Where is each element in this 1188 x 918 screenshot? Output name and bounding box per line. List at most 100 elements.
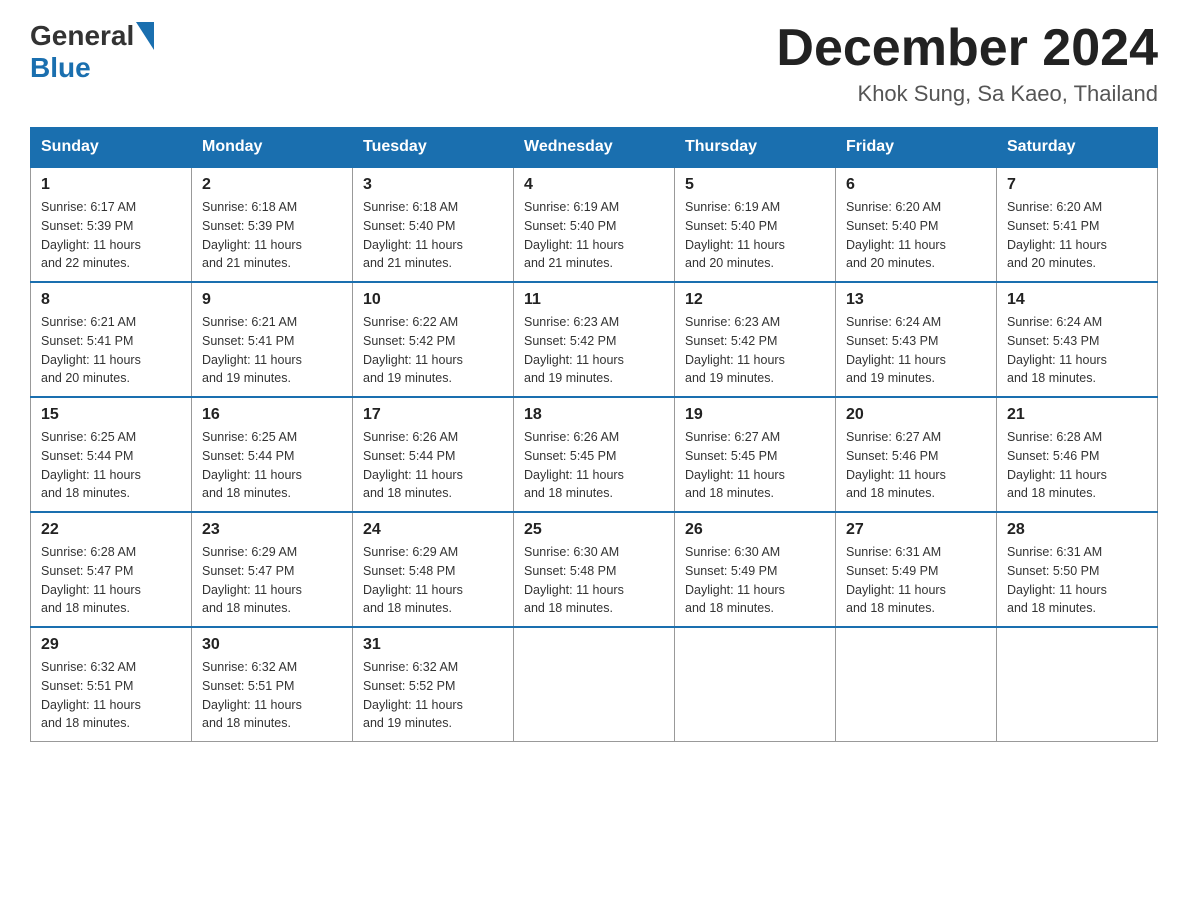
day-info: Sunrise: 6:24 AMSunset: 5:43 PMDaylight:… (1007, 313, 1147, 388)
calendar-cell: 24Sunrise: 6:29 AMSunset: 5:48 PMDayligh… (353, 512, 514, 627)
day-info: Sunrise: 6:17 AMSunset: 5:39 PMDaylight:… (41, 198, 181, 273)
location-subtitle: Khok Sung, Sa Kaeo, Thailand (776, 81, 1158, 107)
day-number: 16 (202, 406, 342, 424)
day-info: Sunrise: 6:23 AMSunset: 5:42 PMDaylight:… (685, 313, 825, 388)
logo-triangle-icon (136, 22, 154, 50)
logo: General Blue (30, 20, 156, 84)
calendar-header-tuesday: Tuesday (353, 128, 514, 168)
day-info: Sunrise: 6:31 AMSunset: 5:49 PMDaylight:… (846, 543, 986, 618)
day-number: 28 (1007, 521, 1147, 539)
calendar-cell: 18 Sunrise: 6:26 AMSunset: 5:45 PMDayligh… (514, 397, 675, 512)
day-info: Sunrise: 6:23 AMSunset: 5:42 PMDaylight:… (524, 313, 664, 388)
day-number: 19 (685, 406, 825, 424)
calendar-cell: 27 Sunrise: 6:31 AMSunset: 5:49 PMDayligh… (836, 512, 997, 627)
day-number: 7 (1007, 176, 1147, 194)
day-number: 26 (685, 521, 825, 539)
day-number: 1 (41, 176, 181, 194)
day-info: Sunrise: 6:27 AMSunset: 5:46 PMDaylight:… (846, 428, 986, 503)
day-number: 29 (41, 636, 181, 654)
day-info: Sunrise: 6:18 AMSunset: 5:39 PMDaylight:… (202, 198, 342, 273)
day-number: 23 (202, 521, 342, 539)
day-number: 18 (524, 406, 664, 424)
calendar-cell (836, 627, 997, 742)
month-year-title: December 2024 (776, 20, 1158, 77)
day-info: Sunrise: 6:32 AMSunset: 5:52 PMDaylight:… (363, 658, 503, 733)
calendar-cell: 11 Sunrise: 6:23 AMSunset: 5:42 PMDayligh… (514, 282, 675, 397)
calendar-cell: 17 Sunrise: 6:26 AMSunset: 5:44 PMDayligh… (353, 397, 514, 512)
day-info: Sunrise: 6:19 AMSunset: 5:40 PMDaylight:… (524, 198, 664, 273)
day-number: 12 (685, 291, 825, 309)
day-info: Sunrise: 6:22 AMSunset: 5:42 PMDaylight:… (363, 313, 503, 388)
calendar-cell: 7Sunrise: 6:20 AMSunset: 5:41 PMDaylight… (997, 167, 1158, 282)
calendar-cell (675, 627, 836, 742)
day-number: 13 (846, 291, 986, 309)
calendar-cell: 14 Sunrise: 6:24 AMSunset: 5:43 PMDayligh… (997, 282, 1158, 397)
day-info: Sunrise: 6:25 AMSunset: 5:44 PMDaylight:… (202, 428, 342, 503)
day-number: 20 (846, 406, 986, 424)
day-info: Sunrise: 6:28 AMSunset: 5:46 PMDaylight:… (1007, 428, 1147, 503)
day-number: 17 (363, 406, 503, 424)
day-number: 30 (202, 636, 342, 654)
calendar-cell: 6Sunrise: 6:20 AMSunset: 5:40 PMDaylight… (836, 167, 997, 282)
calendar-week-row: 1 Sunrise: 6:17 AMSunset: 5:39 PMDaylight… (31, 167, 1158, 282)
day-info: Sunrise: 6:28 AMSunset: 5:47 PMDaylight:… (41, 543, 181, 618)
calendar-cell: 30 Sunrise: 6:32 AMSunset: 5:51 PMDayligh… (192, 627, 353, 742)
calendar-cell: 16 Sunrise: 6:25 AMSunset: 5:44 PMDayligh… (192, 397, 353, 512)
calendar-header-thursday: Thursday (675, 128, 836, 168)
calendar-cell: 13 Sunrise: 6:24 AMSunset: 5:43 PMDayligh… (836, 282, 997, 397)
day-info: Sunrise: 6:24 AMSunset: 5:43 PMDaylight:… (846, 313, 986, 388)
day-number: 14 (1007, 291, 1147, 309)
calendar-header-monday: Monday (192, 128, 353, 168)
page-header: General Blue December 2024 Khok Sung, Sa… (30, 20, 1158, 107)
day-info: Sunrise: 6:29 AMSunset: 5:47 PMDaylight:… (202, 543, 342, 618)
calendar-week-row: 22 Sunrise: 6:28 AMSunset: 5:47 PMDayligh… (31, 512, 1158, 627)
day-info: Sunrise: 6:32 AMSunset: 5:51 PMDaylight:… (202, 658, 342, 733)
day-info: Sunrise: 6:21 AMSunset: 5:41 PMDaylight:… (202, 313, 342, 388)
calendar-cell: 12 Sunrise: 6:23 AMSunset: 5:42 PMDayligh… (675, 282, 836, 397)
calendar-table: SundayMondayTuesdayWednesdayThursdayFrid… (30, 127, 1158, 742)
day-info: Sunrise: 6:30 AMSunset: 5:49 PMDaylight:… (685, 543, 825, 618)
logo-blue-text: Blue (30, 52, 91, 84)
day-info: Sunrise: 6:32 AMSunset: 5:51 PMDaylight:… (41, 658, 181, 733)
day-number: 11 (524, 291, 664, 309)
calendar-cell: 5 Sunrise: 6:19 AMSunset: 5:40 PMDaylight… (675, 167, 836, 282)
calendar-cell (997, 627, 1158, 742)
calendar-cell: 22 Sunrise: 6:28 AMSunset: 5:47 PMDayligh… (31, 512, 192, 627)
calendar-cell: 2 Sunrise: 6:18 AMSunset: 5:39 PMDaylight… (192, 167, 353, 282)
day-number: 31 (363, 636, 503, 654)
day-number: 15 (41, 406, 181, 424)
calendar-header-sunday: Sunday (31, 128, 192, 168)
day-info: Sunrise: 6:19 AMSunset: 5:40 PMDaylight:… (685, 198, 825, 273)
calendar-cell: 21 Sunrise: 6:28 AMSunset: 5:46 PMDayligh… (997, 397, 1158, 512)
day-number: 10 (363, 291, 503, 309)
day-number: 22 (41, 521, 181, 539)
calendar-cell: 9Sunrise: 6:21 AMSunset: 5:41 PMDaylight… (192, 282, 353, 397)
calendar-cell (514, 627, 675, 742)
calendar-header-wednesday: Wednesday (514, 128, 675, 168)
day-number: 5 (685, 176, 825, 194)
day-info: Sunrise: 6:26 AMSunset: 5:44 PMDaylight:… (363, 428, 503, 503)
day-number: 6 (846, 176, 986, 194)
day-info: Sunrise: 6:30 AMSunset: 5:48 PMDaylight:… (524, 543, 664, 618)
calendar-header-row: SundayMondayTuesdayWednesdayThursdayFrid… (31, 128, 1158, 168)
day-number: 21 (1007, 406, 1147, 424)
day-info: Sunrise: 6:26 AMSunset: 5:45 PMDaylight:… (524, 428, 664, 503)
day-number: 24 (363, 521, 503, 539)
calendar-cell: 8Sunrise: 6:21 AMSunset: 5:41 PMDaylight… (31, 282, 192, 397)
day-info: Sunrise: 6:31 AMSunset: 5:50 PMDaylight:… (1007, 543, 1147, 618)
day-number: 27 (846, 521, 986, 539)
day-number: 2 (202, 176, 342, 194)
calendar-cell: 28 Sunrise: 6:31 AMSunset: 5:50 PMDayligh… (997, 512, 1158, 627)
calendar-cell: 10 Sunrise: 6:22 AMSunset: 5:42 PMDayligh… (353, 282, 514, 397)
calendar-cell: 3Sunrise: 6:18 AMSunset: 5:40 PMDaylight… (353, 167, 514, 282)
day-info: Sunrise: 6:25 AMSunset: 5:44 PMDaylight:… (41, 428, 181, 503)
calendar-cell: 31 Sunrise: 6:32 AMSunset: 5:52 PMDayligh… (353, 627, 514, 742)
logo-general-text: General (30, 20, 134, 52)
calendar-week-row: 15 Sunrise: 6:25 AMSunset: 5:44 PMDayligh… (31, 397, 1158, 512)
day-number: 25 (524, 521, 664, 539)
calendar-header-saturday: Saturday (997, 128, 1158, 168)
calendar-cell: 25 Sunrise: 6:30 AMSunset: 5:48 PMDayligh… (514, 512, 675, 627)
calendar-cell: 1 Sunrise: 6:17 AMSunset: 5:39 PMDaylight… (31, 167, 192, 282)
calendar-cell: 19Sunrise: 6:27 AMSunset: 5:45 PMDayligh… (675, 397, 836, 512)
calendar-cell: 29 Sunrise: 6:32 AMSunset: 5:51 PMDayligh… (31, 627, 192, 742)
